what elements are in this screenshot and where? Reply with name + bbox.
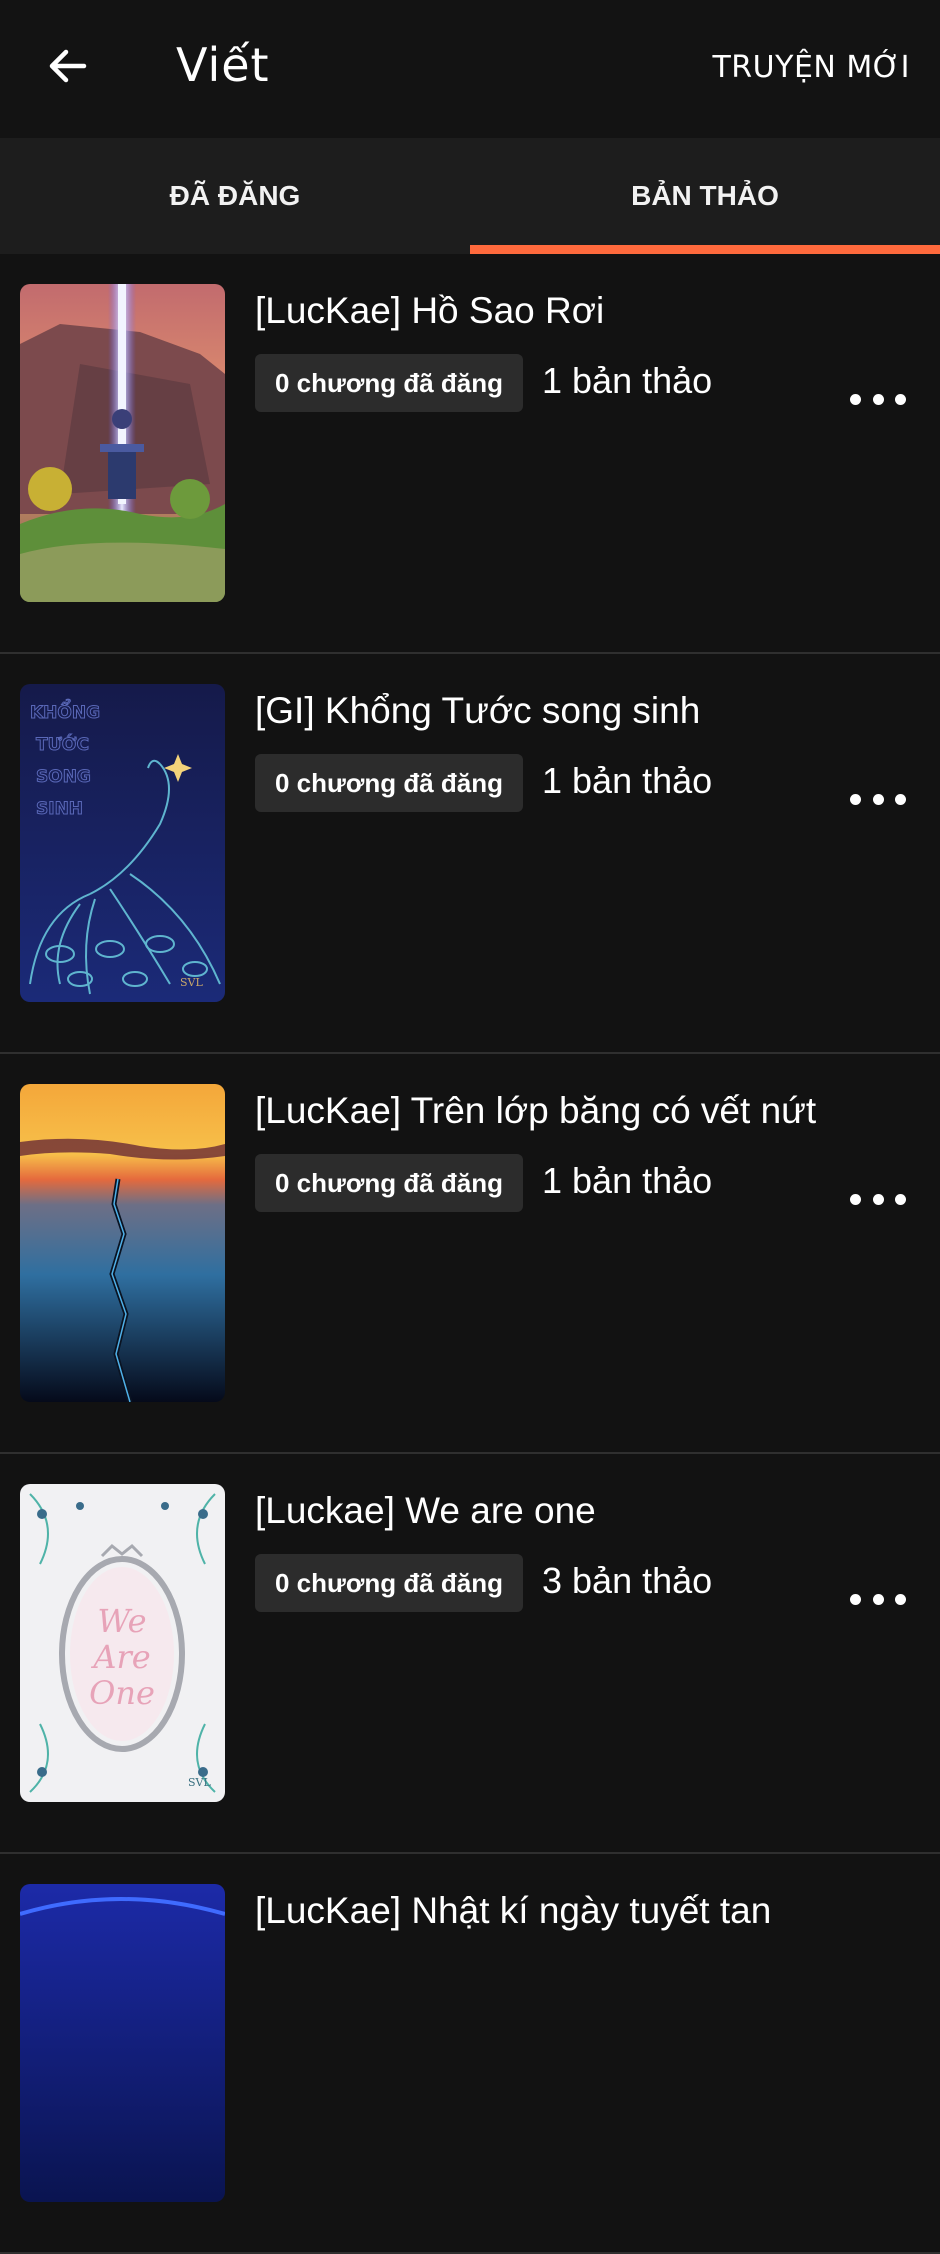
- cover-text: SONG: [36, 767, 91, 787]
- tab-drafts[interactable]: BẢN THẢO: [470, 138, 940, 254]
- cover-text: SVL: [188, 1776, 211, 1789]
- story-item[interactable]: We Are One SVL [Luckae] We are one 0 chư…: [0, 1454, 940, 1854]
- cover-text: SINH: [36, 799, 83, 819]
- published-chapters-badge: 0 chương đã đăng: [255, 1154, 523, 1212]
- page-title: Viết: [176, 38, 270, 92]
- story-cover[interactable]: [20, 1884, 225, 2202]
- cover-text: Are: [90, 1638, 150, 1676]
- cover-text: One: [89, 1674, 155, 1712]
- story-cover[interactable]: We Are One SVL: [20, 1484, 225, 1802]
- more-options-icon[interactable]: [850, 784, 906, 814]
- published-chapters-badge: 0 chương đã đăng: [255, 1554, 523, 1612]
- story-cover[interactable]: [20, 284, 225, 602]
- cover-text: TƯỚC: [36, 733, 89, 755]
- back-arrow-icon[interactable]: [44, 42, 92, 90]
- draft-count: 3 bản thảo: [542, 1560, 713, 1601]
- story-title[interactable]: [LucKae] Hồ Sao Rơi: [255, 290, 604, 332]
- story-title[interactable]: [GI] Khổng Tước song sinh: [255, 690, 700, 732]
- top-bar: Viết TRUYỆN MỚI: [0, 0, 940, 138]
- story-title[interactable]: [LucKae] Trên lớp băng có vết nứt: [255, 1090, 816, 1132]
- draft-count: 1 bản thảo: [542, 360, 713, 401]
- draft-count: 1 bản thảo: [542, 760, 713, 801]
- story-cover[interactable]: [20, 1084, 225, 1402]
- published-chapters-badge: 0 chương đã đăng: [255, 754, 523, 812]
- story-title[interactable]: [Luckae] We are one: [255, 1490, 596, 1532]
- more-options-icon[interactable]: [850, 1184, 906, 1214]
- story-item[interactable]: [LucKae] Hồ Sao Rơi 0 chương đã đăng 1 b…: [0, 254, 940, 654]
- draft-count: 1 bản thảo: [542, 1160, 713, 1201]
- more-options-icon[interactable]: [850, 384, 906, 414]
- story-item[interactable]: [LucKae] Trên lớp băng có vết nứt 0 chươ…: [0, 1054, 940, 1454]
- more-options-icon[interactable]: [850, 1584, 906, 1614]
- tab-bar: ĐÃ ĐĂNG BẢN THẢO: [0, 138, 940, 254]
- story-item[interactable]: KHỔNG TƯỚC SONG SINH SVL [GI] Khổng Tước…: [0, 654, 940, 1054]
- cover-text: We: [97, 1602, 146, 1640]
- story-cover[interactable]: KHỔNG TƯỚC SONG SINH SVL: [20, 684, 225, 1002]
- new-story-button[interactable]: TRUYỆN MỚI: [712, 50, 910, 85]
- cover-text: SVL: [180, 976, 203, 989]
- story-list: [LucKae] Hồ Sao Rơi 0 chương đã đăng 1 b…: [0, 254, 940, 2254]
- story-item[interactable]: [LucKae] Nhật kí ngày tuyết tan: [0, 1854, 940, 2254]
- story-title[interactable]: [LucKae] Nhật kí ngày tuyết tan: [255, 1890, 771, 1932]
- published-chapters-badge: 0 chương đã đăng: [255, 354, 523, 412]
- tab-published[interactable]: ĐÃ ĐĂNG: [0, 138, 470, 254]
